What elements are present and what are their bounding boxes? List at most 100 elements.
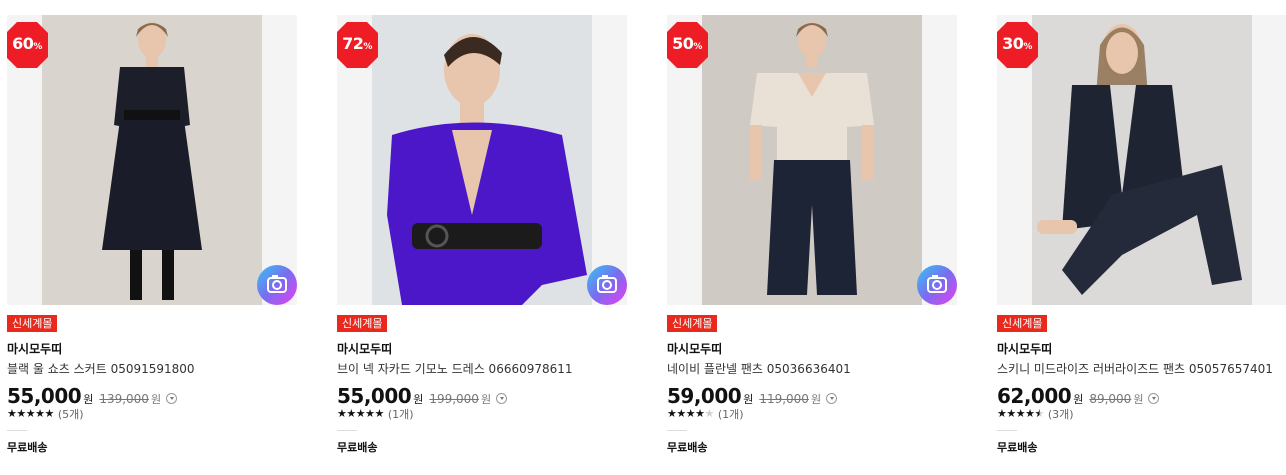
- product-thumbnail[interactable]: 50%: [667, 15, 957, 305]
- brand-name[interactable]: 마시모두띠: [997, 340, 1052, 357]
- original-price-currency: 원: [150, 393, 162, 406]
- discount-rate: 30%: [997, 34, 1039, 53]
- camera-icon: [257, 265, 297, 305]
- shipping-label: 무료배송: [997, 441, 1038, 454]
- product-name[interactable]: 브이 넥 자카드 기모노 드레스 06660978611: [337, 360, 573, 377]
- discount-badge: 72%: [337, 21, 379, 69]
- sale-price: 62,000: [997, 384, 1072, 408]
- divider: [997, 430, 1017, 431]
- product-name[interactable]: 블랙 울 쇼츠 스커트 05091591800: [7, 360, 195, 377]
- product-image[interactable]: [42, 15, 262, 305]
- rating-stars: ★★★★★: [337, 407, 384, 421]
- brand-name[interactable]: 마시모두띠: [7, 340, 62, 357]
- price-info-icon[interactable]: [166, 393, 178, 404]
- rating-stars: ★★★★★: [7, 407, 54, 421]
- price-info-icon[interactable]: [1148, 393, 1160, 404]
- star-full-icon: ★: [374, 407, 385, 420]
- discount-badge: 30%: [997, 21, 1039, 69]
- discount-rate: 60%: [7, 34, 49, 53]
- product-card[interactable]: 30% 신세계몰 마시모두띠 스키니 미드라이즈 러버라이즈드 팬츠 05057…: [997, 15, 1286, 470]
- shipping-label: 무료배송: [337, 441, 378, 454]
- product-card[interactable]: 72% 신세계몰 마시모두띠 브이 넥 자카드 기모노 드레스 06660978…: [337, 15, 627, 470]
- product-grid: 60% 신세계몰 마시모두띠 블랙 울 쇼츠 스커트 05091591800 5…: [0, 0, 1286, 475]
- shipping-label: 무료배송: [667, 441, 708, 454]
- rating-row: ★★★★★ (5개): [7, 406, 84, 422]
- sale-price-currency: 원: [413, 393, 424, 406]
- sale-price: 55,000: [7, 384, 82, 408]
- star-full-icon: ★: [685, 407, 696, 420]
- product-name[interactable]: 스키니 미드라이즈 러버라이즈드 팬츠 05057657401: [997, 360, 1273, 377]
- sale-price-currency: 원: [1073, 393, 1084, 406]
- original-price-currency: 원: [1133, 393, 1144, 406]
- price-row: 62,000 원 89,000 원: [997, 384, 1160, 408]
- camera-search-button[interactable]: [917, 265, 957, 305]
- price-row: 55,000 원 139,000 원: [7, 384, 178, 408]
- star-full-icon: ★: [346, 407, 356, 420]
- price-info-icon[interactable]: [826, 393, 838, 404]
- mall-badge: 신세계몰: [7, 315, 58, 332]
- camera-search-button[interactable]: [257, 265, 297, 305]
- star-empty-icon: ★: [704, 407, 715, 420]
- original-price-currency: 원: [480, 393, 492, 406]
- star-full-icon: ★: [1025, 407, 1035, 420]
- brand-name[interactable]: 마시모두띠: [667, 340, 722, 357]
- review-count[interactable]: (1개): [388, 406, 414, 422]
- star-full-icon: ★: [355, 407, 366, 420]
- divider: [667, 430, 687, 431]
- discount-rate-value: 72: [342, 34, 364, 53]
- original-price-currency: 원: [810, 393, 822, 406]
- star-full-icon: ★: [676, 407, 686, 420]
- discount-badge: 50%: [667, 21, 709, 69]
- star-full-icon: ★: [337, 407, 347, 420]
- mall-badge: 신세계몰: [337, 315, 388, 332]
- product-name[interactable]: 네이비 플란넬 팬츠 05036636401: [667, 360, 851, 377]
- sale-price: 55,000: [337, 384, 412, 408]
- discount-rate-unit: %: [363, 42, 372, 52]
- original-price: 199,000: [429, 392, 479, 406]
- star-full-icon: ★: [25, 407, 36, 420]
- discount-rate-unit: %: [1023, 42, 1032, 52]
- discount-rate-unit: %: [693, 42, 702, 52]
- camera-search-button[interactable]: [587, 265, 627, 305]
- rating-stars: ★★★★★: [997, 407, 1044, 421]
- product-image[interactable]: [1032, 15, 1252, 305]
- original-price: 139,000: [99, 392, 149, 406]
- discount-rate-unit: %: [33, 42, 42, 52]
- camera-icon: [587, 265, 627, 305]
- product-thumbnail[interactable]: 30%: [997, 15, 1286, 305]
- star-full-icon: ★: [44, 407, 55, 420]
- rating-row: ★★★★★ (1개): [667, 406, 744, 422]
- review-count[interactable]: (3개): [1048, 406, 1074, 422]
- product-thumbnail[interactable]: 72%: [337, 15, 627, 305]
- star-full-icon: ★: [7, 407, 17, 420]
- sale-price-currency: 원: [83, 393, 94, 406]
- price-info-icon[interactable]: [496, 393, 508, 404]
- camera-icon: [917, 265, 957, 305]
- discount-rate-value: 60: [12, 34, 34, 53]
- star-full-icon: ★: [35, 407, 45, 420]
- star-full-icon: ★: [16, 407, 26, 420]
- shipping-label: 무료배송: [7, 441, 48, 454]
- sale-price: 59,000: [667, 384, 742, 408]
- star-half-icon: ★: [1034, 407, 1045, 420]
- star-full-icon: ★: [365, 407, 375, 420]
- star-full-icon: ★: [1006, 407, 1016, 420]
- divider: [337, 430, 357, 431]
- original-price: 89,000: [1089, 392, 1132, 406]
- mall-badge: 신세계몰: [997, 315, 1048, 332]
- review-count[interactable]: (1개): [718, 406, 744, 422]
- price-row: 59,000 원 119,000 원: [667, 384, 838, 408]
- product-card[interactable]: 60% 신세계몰 마시모두띠 블랙 울 쇼츠 스커트 05091591800 5…: [7, 15, 297, 470]
- product-thumbnail[interactable]: 60%: [7, 15, 297, 305]
- product-image[interactable]: [372, 15, 592, 305]
- discount-badge: 60%: [7, 21, 49, 69]
- product-card[interactable]: 50% 신세계몰 마시모두띠 네이비 플란넬 팬츠 05036636401 59…: [667, 15, 957, 470]
- brand-name[interactable]: 마시모두띠: [337, 340, 392, 357]
- review-count[interactable]: (5개): [58, 406, 84, 422]
- discount-rate-value: 30: [1002, 34, 1024, 53]
- mall-badge: 신세계몰: [667, 315, 718, 332]
- divider: [7, 430, 27, 431]
- discount-rate: 72%: [337, 34, 379, 53]
- product-image[interactable]: [702, 15, 922, 305]
- star-full-icon: ★: [1015, 407, 1026, 420]
